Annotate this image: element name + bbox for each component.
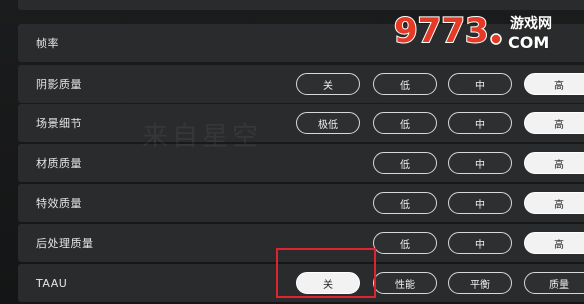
row-label-shadow: 阴影质量 — [36, 78, 82, 91]
settings-panel: 帧率 阴影质量 关 低 中 高 场景细节 极低 低 中 高 材质质量 低 中 高… — [0, 0, 584, 304]
watermark-suffix: 游戏网 — [510, 15, 552, 32]
scene-option-medium[interactable]: 中 — [448, 112, 512, 134]
taau-option-quality[interactable]: 质量 — [524, 272, 584, 294]
scene-option-very-low[interactable]: 极低 — [296, 112, 360, 134]
material-option-low[interactable]: 低 — [373, 152, 437, 174]
shadow-option-off[interactable]: 关 — [296, 73, 360, 95]
effects-option-low[interactable]: 低 — [373, 192, 437, 214]
postfx-option-high[interactable]: 高 — [524, 232, 584, 254]
shadow-option-high[interactable]: 高 — [524, 73, 584, 95]
postfx-option-low[interactable]: 低 — [373, 232, 437, 254]
material-option-medium[interactable]: 中 — [448, 152, 512, 174]
settings-row-taau: TAAU 关 性能 平衡 质量 — [18, 264, 584, 302]
shadow-option-medium[interactable]: 中 — [448, 73, 512, 95]
settings-row-shadow: 阴影质量 关 低 中 高 — [18, 65, 584, 103]
settings-row-postfx: 后处理质量 低 中 高 — [18, 224, 584, 262]
taau-option-performance[interactable]: 性能 — [373, 272, 437, 294]
postfx-option-medium[interactable]: 中 — [448, 232, 512, 254]
settings-row-material: 材质质量 低 中 高 — [18, 144, 584, 182]
settings-row-scene: 场景细节 极低 低 中 高 — [18, 104, 584, 142]
effects-option-high[interactable]: 高 — [524, 192, 584, 214]
shadow-option-low[interactable]: 低 — [373, 73, 437, 95]
site-watermark-logo: 9773 游戏网 COM — [393, 10, 553, 53]
scene-option-low[interactable]: 低 — [373, 112, 437, 134]
row-label-taau: TAAU — [36, 276, 68, 290]
taau-option-balanced[interactable]: 平衡 — [448, 272, 512, 294]
watermark-dot-icon — [490, 33, 502, 45]
background-watermark: 来自星空 — [142, 122, 263, 152]
row-label-postfx: 后处理质量 — [36, 237, 94, 250]
row-label-effects: 特效质量 — [36, 197, 82, 210]
row-label-scene: 场景细节 — [36, 117, 82, 130]
watermark-number: 9773 — [394, 11, 489, 51]
material-option-high[interactable]: 高 — [524, 152, 584, 174]
watermark-com: COM — [508, 33, 549, 52]
effects-option-medium[interactable]: 中 — [448, 192, 512, 214]
scene-option-high[interactable]: 高 — [524, 112, 584, 134]
taau-option-off[interactable]: 关 — [296, 272, 360, 294]
settings-row-effects: 特效质量 低 中 高 — [18, 184, 584, 222]
row-label-material: 材质质量 — [36, 157, 82, 170]
row-label-framerate: 帧率 — [36, 37, 59, 50]
